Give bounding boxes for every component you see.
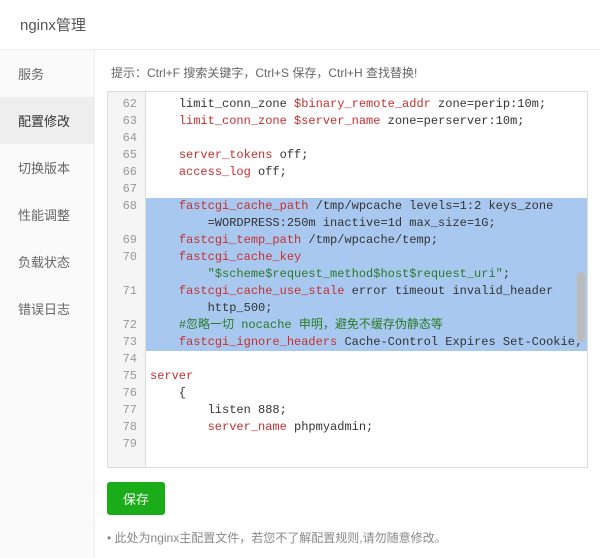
container: 服务 配置修改 切换版本 性能调整 负载状态 错误日志 提示：Ctrl+F 搜索…: [0, 50, 600, 558]
sidebar-item-service[interactable]: 服务: [0, 50, 94, 97]
hint-text: 提示：Ctrl+F 搜索关键字，Ctrl+S 保存，Ctrl+H 查找替换!: [107, 58, 588, 91]
code-area[interactable]: limit_conn_zone $binary_remote_addr zone…: [146, 92, 587, 467]
sidebar: 服务 配置修改 切换版本 性能调整 负载状态 错误日志: [0, 50, 95, 558]
code-editor[interactable]: 626364656667686970717273747576777879 lim…: [107, 91, 588, 468]
sidebar-item-performance[interactable]: 性能调整: [0, 191, 94, 238]
save-button[interactable]: 保存: [107, 482, 165, 515]
footer-note: 此处为nginx主配置文件，若您不了解配置规则,请勿随意修改。: [107, 529, 588, 546]
scrollbar-thumb[interactable]: [577, 272, 585, 342]
sidebar-item-config[interactable]: 配置修改: [0, 97, 94, 144]
page-title: nginx管理: [0, 0, 600, 50]
line-gutter: 626364656667686970717273747576777879: [108, 92, 146, 467]
main-panel: 提示：Ctrl+F 搜索关键字，Ctrl+S 保存，Ctrl+H 查找替换! 6…: [95, 50, 600, 558]
sidebar-item-errorlog[interactable]: 错误日志: [0, 285, 94, 332]
sidebar-item-version[interactable]: 切换版本: [0, 144, 94, 191]
sidebar-item-load[interactable]: 负载状态: [0, 238, 94, 285]
